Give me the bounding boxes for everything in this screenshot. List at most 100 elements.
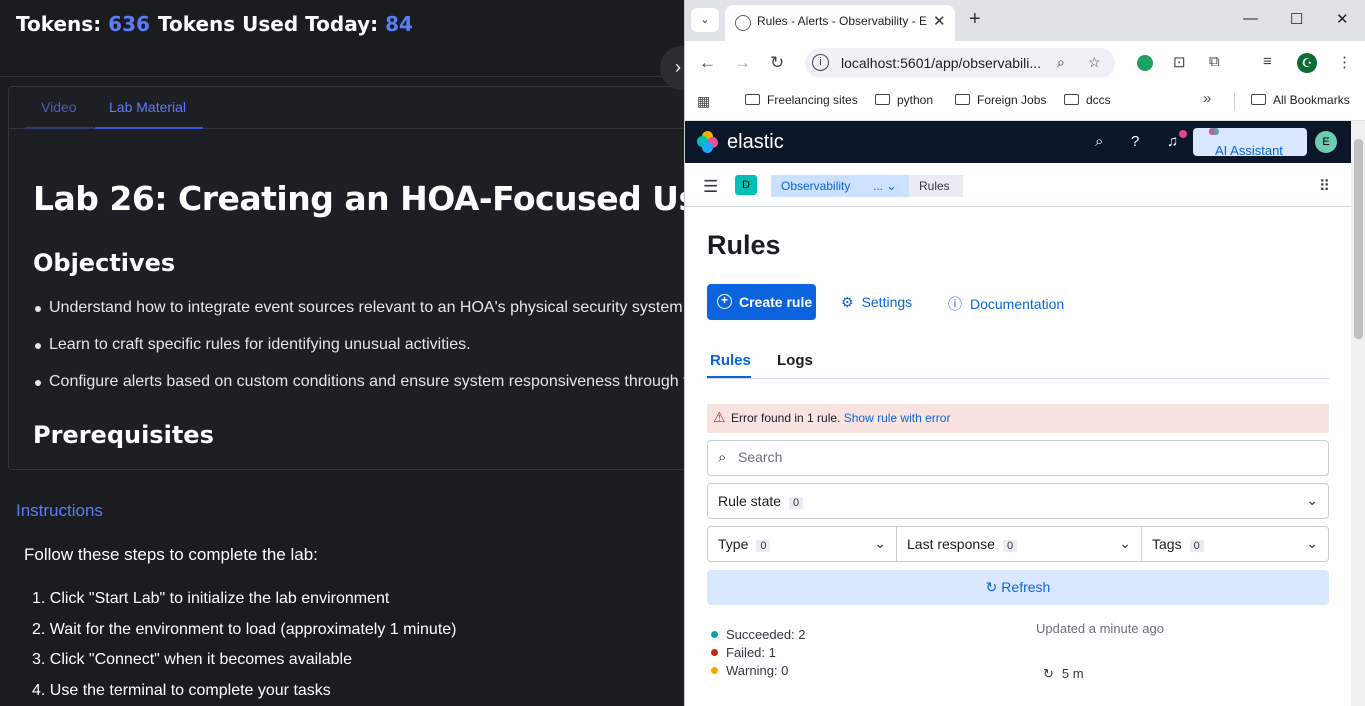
bookmark-folder[interactable]: Freelancing sites	[745, 93, 858, 107]
search-input[interactable]	[738, 449, 1298, 465]
chevron-down-icon: ⌄	[1306, 492, 1318, 508]
all-bookmarks[interactable]: All Bookmarks	[1251, 93, 1350, 107]
rule-state-filter[interactable]: Rule state 0 ⌄	[707, 483, 1329, 519]
more-bookmarks-icon[interactable]: »	[1203, 90, 1211, 107]
bookmark-label: All Bookmarks	[1273, 93, 1350, 107]
instructions-link[interactable]: Instructions	[16, 501, 103, 521]
page-scrollbar[interactable]	[1351, 121, 1365, 706]
prerequisites-heading: Prerequisites	[33, 421, 214, 449]
refresh-button[interactable]: ↻ Refresh	[707, 570, 1329, 605]
bookmark-star-icon[interactable]: ☆	[1088, 54, 1101, 71]
folder-icon	[955, 94, 970, 105]
elastic-logo-icon[interactable]	[697, 131, 719, 153]
extensions-icon[interactable]: ⧉	[1209, 53, 1220, 70]
site-info-icon[interactable]: i	[812, 54, 829, 71]
browser-menu-icon[interactable]: ⋮	[1337, 53, 1352, 71]
error-message: Error found in 1 rule. Show rule with er…	[731, 411, 950, 425]
create-rule-button[interactable]: + Create rule	[707, 284, 816, 320]
brand-name[interactable]: elastic	[727, 131, 784, 154]
filter-count-badge: 0	[1189, 540, 1204, 552]
type-filter[interactable]: Type 0 ⌄	[707, 526, 897, 562]
tab-logs[interactable]: Logs	[777, 352, 813, 369]
status-dot	[711, 667, 718, 674]
zoom-icon[interactable]: ⌕	[1057, 54, 1065, 71]
status-succeeded: Succeeded: 2	[711, 627, 806, 645]
address-bar[interactable]: i localhost:5601/app/observabili... ⌕ ☆	[805, 48, 1115, 78]
list-item: Learn to craft specific rules for identi…	[33, 336, 684, 373]
browser-tab[interactable]: Rules - Alerts - Observability - E ✕	[725, 5, 955, 41]
maximize-icon[interactable]: ☐	[1290, 10, 1303, 28]
tags-filter[interactable]: Tags 0 ⌄	[1141, 526, 1329, 562]
last-response-filter[interactable]: Last response 0 ⌄	[896, 526, 1142, 562]
tab-lab-material[interactable]: Lab Material	[109, 99, 186, 115]
close-icon[interactable]: ✕	[933, 12, 946, 30]
reload-icon[interactable]: ↻	[770, 53, 784, 73]
filter-count-badge: 0	[756, 540, 771, 552]
avatar[interactable]: E	[1315, 131, 1337, 153]
tokens-value: 636	[108, 12, 150, 36]
status-warning: Warning: 0	[711, 663, 806, 681]
chevron-down-icon: ⌄	[874, 535, 886, 551]
breadcrumb-collapsed[interactable]: ... ⌄	[863, 175, 909, 197]
new-tab-button[interactable]: +	[969, 8, 981, 31]
documentation-link[interactable]: ⓘ Documentation	[948, 294, 1064, 314]
minimize-icon[interactable]: —	[1243, 10, 1258, 27]
ai-assistant-icon	[1209, 128, 1219, 135]
bookmark-label: dccs	[1086, 93, 1111, 107]
bookmark-folder[interactable]: dccs	[1064, 93, 1111, 107]
media-control-icon[interactable]: ≡	[1263, 53, 1272, 70]
kibana-header: elastic ⌕ ? ♫ AI Assistant E	[685, 121, 1351, 163]
refresh-interval[interactable]: ↻ 5 m	[1043, 666, 1084, 682]
tab-active-underline	[95, 127, 203, 129]
forward-icon[interactable]: →	[734, 53, 751, 73]
tab-video[interactable]: Video	[41, 99, 77, 115]
space-avatar[interactable]: D	[735, 175, 757, 195]
apps-grid-icon[interactable]: ⠿	[1319, 177, 1330, 195]
steps-list: 1. Click "Start Lab" to initialize the l…	[32, 590, 457, 706]
tab-search-button[interactable]: ⌄	[691, 8, 719, 32]
bookmark-folder[interactable]: python	[875, 93, 933, 107]
status-dot	[711, 631, 718, 638]
folder-icon	[1251, 94, 1266, 105]
back-icon[interactable]: ←	[699, 53, 716, 73]
show-rule-with-error-link[interactable]: Show rule with error	[844, 411, 951, 425]
search-field[interactable]: ⌕	[707, 440, 1329, 476]
bookmark-folder[interactable]: Foreign Jobs	[955, 93, 1046, 107]
tabs-divider	[707, 378, 1329, 379]
breadcrumb-rules: Rules	[909, 175, 963, 197]
filter-name: Type	[718, 536, 749, 552]
search-icon: ⌕	[718, 449, 727, 466]
grammarly-extension-icon[interactable]	[1137, 55, 1153, 71]
tab-active-underline	[707, 376, 751, 378]
ai-assistant-button[interactable]: AI Assistant	[1193, 128, 1307, 156]
help-icon[interactable]: ?	[1131, 133, 1139, 150]
lab-title: Lab 26: Creating an HOA-Focused Use Cas	[33, 179, 684, 218]
news-feed-icon[interactable]: ♫	[1167, 133, 1178, 150]
chevron-right-icon: ›	[675, 57, 681, 77]
page-title: Rules	[707, 230, 781, 260]
chevron-down-icon: ⌄	[700, 14, 710, 26]
lab-content-card: Video Lab Material Lab 26: Creating an H…	[8, 86, 684, 470]
address-url[interactable]: localhost:5601/app/observabili...	[841, 55, 1041, 71]
bookmark-label: python	[897, 93, 934, 107]
search-icon[interactable]: ⌕	[1095, 133, 1103, 150]
breadcrumb-observability[interactable]: Observability	[771, 175, 863, 197]
list-item: Configure alerts based on custom conditi…	[33, 373, 684, 410]
tab-rules[interactable]: Rules	[710, 352, 751, 369]
apps-grid-icon[interactable]: ▦	[697, 93, 710, 110]
window-close-icon[interactable]: ✕	[1336, 10, 1349, 28]
ai-assistant-label: AI Assistant	[1215, 143, 1283, 156]
breadcrumb-bar: ☰ D Observability ... ⌄ Rules ⠿	[685, 163, 1351, 207]
menu-icon[interactable]: ☰	[703, 177, 718, 197]
list-item: Understand how to integrate event source…	[33, 299, 684, 336]
rule-status-summary: Succeeded: 2 Failed: 1 Warning: 0	[711, 627, 806, 681]
filter-count-badge: 0	[1002, 540, 1018, 552]
scrollbar-thumb[interactable]	[1354, 139, 1363, 339]
settings-button[interactable]: ⚙ Settings	[841, 294, 912, 311]
screenshot-extension-icon[interactable]: ⊡	[1173, 53, 1186, 71]
tokens-today-label: Tokens Used Today:	[158, 12, 379, 36]
bookmarks-divider	[1234, 93, 1235, 111]
profile-flag-icon[interactable]: ☪	[1297, 53, 1317, 73]
settings-label: Settings	[861, 294, 913, 310]
tokens-today-counter: Tokens Used Today: 84	[158, 12, 413, 36]
